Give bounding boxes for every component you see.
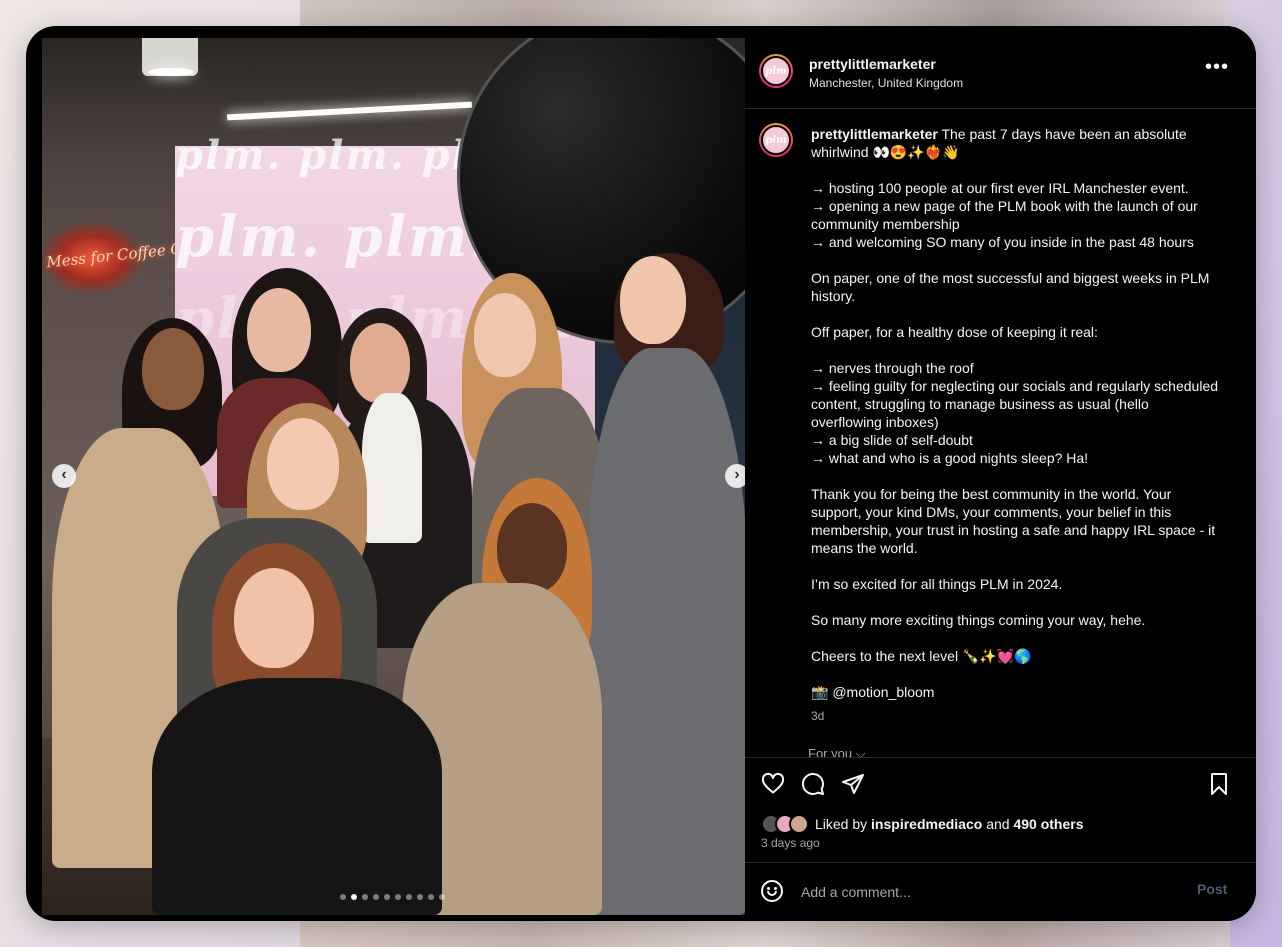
emoji-icon[interactable] [761, 880, 783, 902]
slide-dot [373, 894, 379, 900]
likes-others[interactable]: 490 others [1013, 816, 1083, 832]
caption-text: The past 7 days have been an absolute wh… [811, 126, 1219, 700]
post-actions: Liked by inspiredmediaco and 490 others … [745, 757, 1256, 863]
liker-avatar [789, 814, 809, 834]
slide-dot [362, 894, 368, 900]
slide-dot [351, 894, 357, 900]
chevron-left-icon[interactable]: ‹ [52, 464, 76, 488]
likes-prefix: Liked by [815, 816, 872, 832]
likes-summary: Liked by inspiredmediaco and 490 others [761, 814, 1084, 834]
more-icon[interactable]: ••• [1205, 57, 1229, 77]
slide-dot [395, 894, 401, 900]
avatar-text: plm [761, 125, 791, 155]
post-modal: Mess for Coffee Culture plm. plm. plm. p… [26, 26, 1256, 921]
photo-lamp-glow [148, 68, 194, 76]
for-you-toggle[interactable]: For you ⌵ [808, 746, 866, 757]
comment-input[interactable] [799, 879, 1173, 905]
first-liker[interactable]: inspiredmediaco [871, 816, 982, 832]
post-location[interactable]: Manchester, United Kingdom [809, 76, 963, 90]
post-photo[interactable]: Mess for Coffee Culture plm. plm. plm. p… [42, 38, 745, 915]
caption-time: 3d [811, 709, 825, 723]
avatar-text: plm [761, 56, 791, 86]
slide-dot [439, 894, 445, 900]
slide-dot [406, 894, 412, 900]
heart-icon[interactable] [761, 772, 785, 801]
likes-text[interactable]: Liked by inspiredmediaco and 490 others [815, 816, 1084, 832]
caption-area: plm prettylittlemarketer The past 7 days… [745, 109, 1256, 757]
bookmark-icon[interactable] [1207, 772, 1231, 801]
post-username[interactable]: prettylittlemarketer [809, 56, 936, 72]
caption-username[interactable]: prettylittlemarketer [811, 126, 938, 142]
post-caption: prettylittlemarketer The past 7 days hav… [811, 125, 1223, 701]
post-button[interactable]: Post [1197, 881, 1227, 897]
post-date: 3 days ago [761, 836, 820, 850]
slide-dot [428, 894, 434, 900]
likes-middle: and [982, 816, 1014, 832]
slide-indicator [340, 894, 445, 900]
comment-icon[interactable] [801, 772, 825, 801]
comment-bar: Post [745, 862, 1256, 921]
chevron-right-icon[interactable]: › [725, 464, 745, 488]
avatar[interactable]: plm [759, 54, 793, 88]
caption-avatar[interactable]: plm [759, 123, 793, 157]
post-header: plm prettylittlemarketer Manchester, Uni… [745, 26, 1256, 109]
slide-dot [384, 894, 390, 900]
slide-dot [340, 894, 346, 900]
share-icon[interactable] [841, 772, 865, 801]
slide-dot [417, 894, 423, 900]
post-details-panel: plm prettylittlemarketer Manchester, Uni… [745, 26, 1256, 921]
